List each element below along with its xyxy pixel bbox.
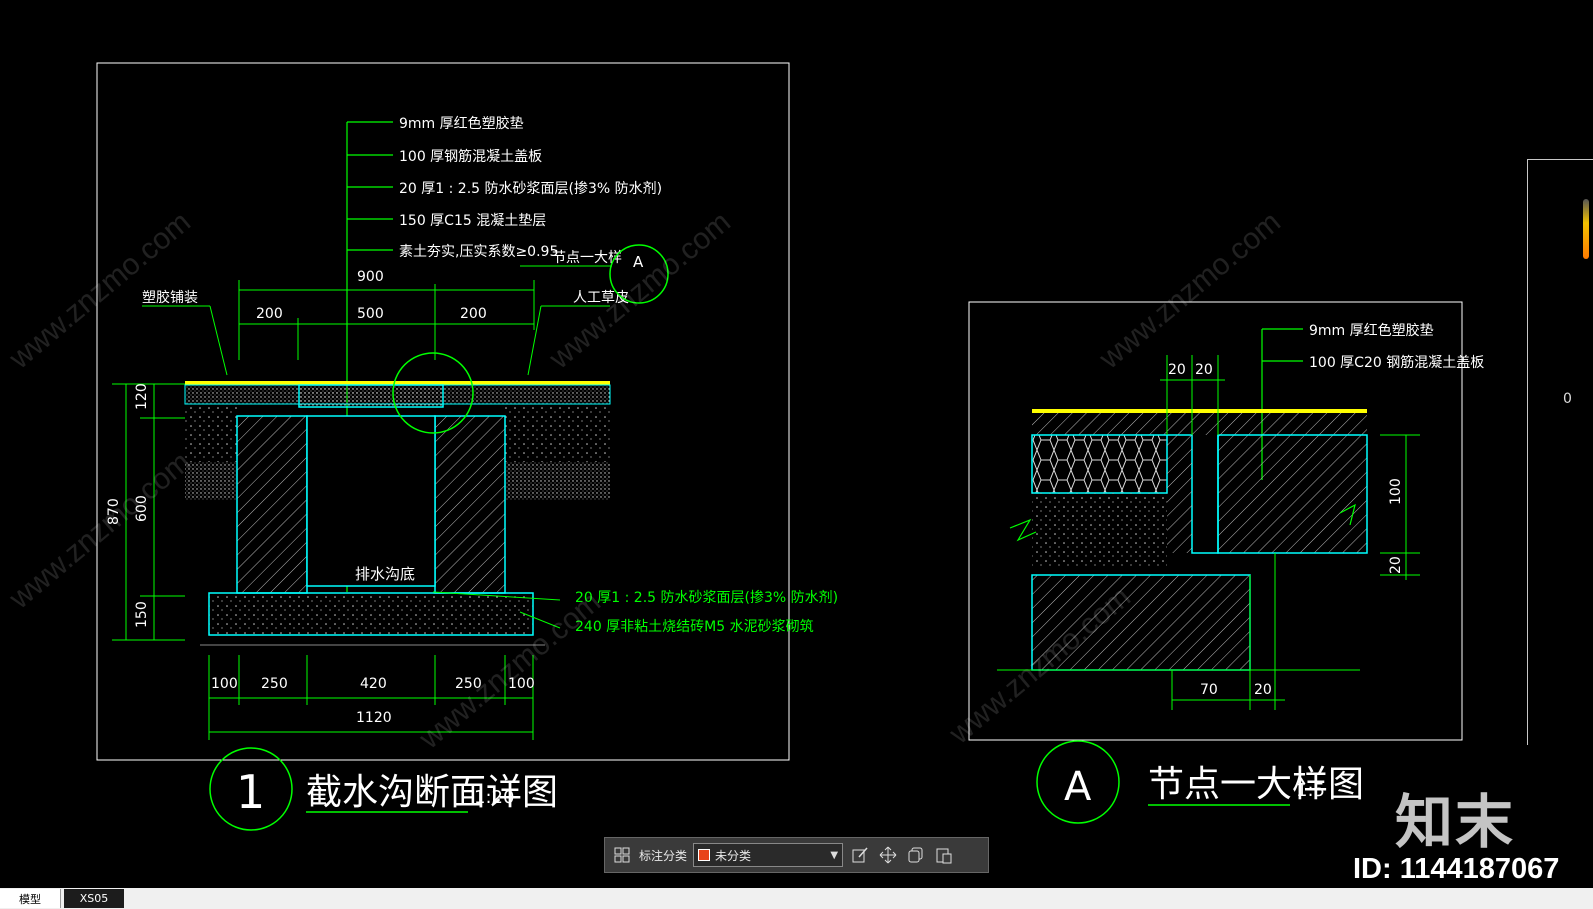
left-wall bbox=[236, 415, 308, 594]
title-number-1: 1 bbox=[236, 765, 265, 819]
channel-inner bbox=[306, 415, 436, 587]
edit-icon[interactable] bbox=[849, 844, 871, 866]
side-panel-char: 0 bbox=[1563, 391, 1572, 407]
dim-top-2: 500 bbox=[357, 306, 384, 322]
layout-tabbar: 模型 XS05 bbox=[0, 888, 1593, 909]
dim-top-3: 200 bbox=[460, 306, 487, 322]
dim-900: 900 bbox=[357, 269, 384, 285]
chevron-down-icon: ▼ bbox=[830, 849, 839, 861]
detail-dim-bottom-1: 70 bbox=[1200, 682, 1218, 698]
detail-layer-1: 9mm 厚红色塑胶垫 bbox=[1309, 322, 1434, 339]
detail-a-scale: 1:5 bbox=[1296, 780, 1325, 801]
dim-left-3: 150 bbox=[134, 601, 150, 628]
dim-top-1: 200 bbox=[256, 306, 283, 322]
right-wall bbox=[434, 415, 506, 594]
cad-canvas[interactable]: 9mm 厚红色塑胶垫 100 厚钢筋混凝土盖板 20 厚1 : 2.5 防水砂浆… bbox=[0, 0, 1593, 909]
detail-a-drawing: 9mm 厚红色塑胶垫 100 厚C20 钢筋混凝土盖板 20 20 100 20… bbox=[968, 301, 1484, 824]
layer-label-3: 20 厚1 : 2.5 防水砂浆面层(掺3% 防水剂) bbox=[399, 180, 662, 197]
paste-icon[interactable] bbox=[933, 844, 955, 866]
category-label: 标注分类 bbox=[639, 848, 688, 863]
tab-model[interactable]: 模型 bbox=[0, 889, 61, 908]
move-icon[interactable] bbox=[877, 844, 899, 866]
top-dimensions bbox=[142, 280, 610, 376]
cover-plate bbox=[298, 384, 444, 408]
category-select-value: 未分类 bbox=[715, 848, 752, 863]
svg-text:www.znzmo.com: www.znzmo.com bbox=[3, 445, 197, 616]
dim-left-1: 120 bbox=[134, 383, 150, 410]
layer-label-5: 素土夯实,压实系数≥0.95 bbox=[399, 244, 558, 260]
plastic-pad bbox=[1031, 434, 1168, 494]
detail-dim-right-1: 100 bbox=[1388, 478, 1404, 505]
dim-1120: 1120 bbox=[356, 710, 392, 726]
detail-dim-top-1: 20 bbox=[1168, 362, 1186, 378]
brand-watermark: 知末 bbox=[1395, 788, 1516, 856]
detail-dim-right-2: 20 bbox=[1388, 556, 1404, 574]
left-surface-label: 塑胶铺装 bbox=[142, 289, 198, 306]
dim-bottom-2: 250 bbox=[261, 676, 288, 692]
image-id: ID: 1144187067 bbox=[1353, 853, 1560, 885]
layer-label-4: 150 厚C15 混凝土垫层 bbox=[399, 213, 546, 229]
note-2: 240 厚非粘土烧结砖M5 水泥砂浆砌筑 bbox=[575, 619, 814, 635]
cover-slab-detail bbox=[1217, 434, 1368, 554]
scroll-gauge[interactable] bbox=[1583, 199, 1589, 259]
detail-a-title: 节点一大样图 bbox=[1148, 764, 1364, 805]
layer-label-2: 100 厚钢筋混凝土盖板 bbox=[399, 148, 542, 165]
annotation-toolbar: 标注分类 未分类 ▼ bbox=[604, 837, 989, 873]
detail-dim-top-2: 20 bbox=[1195, 362, 1213, 378]
tab-xs05[interactable]: XS05 bbox=[64, 889, 124, 908]
base-slab bbox=[208, 592, 534, 636]
title-letter-a: A bbox=[1064, 764, 1092, 810]
grid-icon[interactable] bbox=[611, 844, 633, 866]
detail-dim-bottom-2: 20 bbox=[1254, 682, 1272, 698]
note-1: 20 厚1 : 2.5 防水砂浆面层(掺3% 防水剂) bbox=[575, 589, 838, 606]
copy-icon[interactable] bbox=[905, 844, 927, 866]
dim-bottom-1: 100 bbox=[211, 676, 238, 692]
layer-label-1: 9mm 厚红色塑胶垫 bbox=[399, 115, 524, 132]
section-1-scale: 1:20 bbox=[474, 787, 514, 808]
channel-bottom-label: 排水沟底 bbox=[355, 565, 415, 583]
section-1-title: 截水沟断面详图 bbox=[306, 772, 558, 813]
dim-bottom-3: 420 bbox=[360, 676, 387, 692]
category-select[interactable]: 未分类 ▼ bbox=[693, 843, 844, 867]
svg-text:www.znzmo.com: www.znzmo.com bbox=[543, 205, 737, 376]
detail-layer-2: 100 厚C20 钢筋混凝土盖板 bbox=[1309, 354, 1484, 371]
color-swatch bbox=[698, 849, 711, 861]
svg-text:www.znzmo.com: www.znzmo.com bbox=[1093, 205, 1287, 376]
